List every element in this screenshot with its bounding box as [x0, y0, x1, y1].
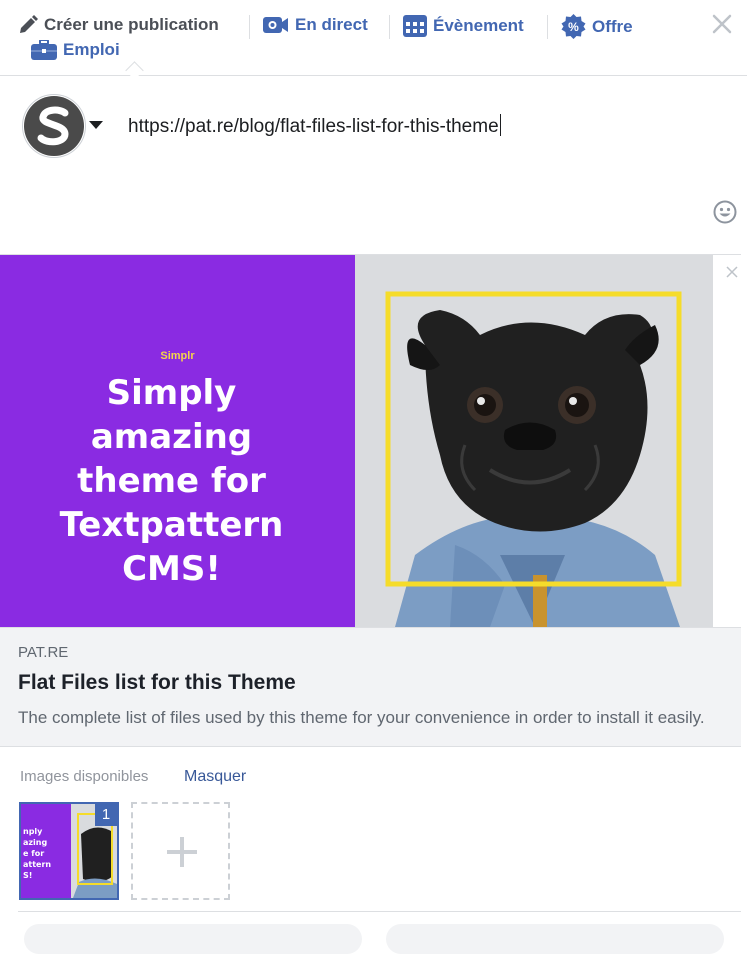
active-tab-pointer	[125, 61, 144, 80]
tab-event[interactable]: Évènement	[403, 15, 524, 37]
post-text-input[interactable]: https://pat.re/blog/flat-files-list-for-…	[128, 114, 501, 138]
post-text-value: https://pat.re/blog/flat-files-list-for-…	[128, 116, 499, 137]
link-description: The complete list of files used by this …	[18, 708, 705, 727]
page-avatar[interactable]	[22, 94, 86, 158]
emoji-icon[interactable]	[713, 200, 737, 224]
svg-text:%: %	[568, 20, 579, 34]
link-preview-image: Simplr Simply amazing theme for Textpatt…	[0, 255, 713, 627]
composer-tab-bar: Créer une publication En direct Évènemen…	[0, 0, 747, 80]
svg-text:nply: nply	[23, 827, 43, 836]
pug-photo	[355, 255, 713, 627]
remove-preview-icon[interactable]	[724, 264, 740, 280]
calendar-icon	[403, 15, 427, 37]
chevron-down-icon[interactable]	[89, 121, 103, 129]
tab-event-label: Évènement	[433, 16, 524, 35]
plus-icon-vertical	[180, 837, 184, 867]
tab-offer[interactable]: % Offre	[561, 14, 633, 39]
svg-text:e for: e for	[23, 849, 44, 858]
add-image-button[interactable]	[131, 802, 230, 900]
link-preview-meta[interactable]: PAT.RE Flat Files list for this Theme Th…	[0, 627, 741, 747]
briefcase-icon	[31, 40, 57, 60]
thumbnail-index: 1	[95, 804, 117, 826]
tab-divider	[249, 15, 250, 39]
tab-create-post-label: Créer une publication	[44, 15, 219, 34]
tab-job[interactable]: Emploi	[31, 40, 120, 60]
bottom-divider	[18, 911, 741, 912]
pug-illustration	[355, 255, 713, 627]
tab-job-label: Emploi	[63, 40, 120, 59]
footer-option-right[interactable]	[386, 924, 724, 954]
page-logo-icon	[24, 96, 84, 156]
tab-create-post[interactable]: Créer une publication	[18, 15, 219, 35]
tab-divider	[389, 15, 390, 39]
promo-brand: Simplr	[160, 350, 195, 362]
tab-offer-label: Offre	[592, 16, 633, 36]
images-available-label: Images disponibles	[20, 768, 149, 785]
tab-live[interactable]: En direct	[263, 15, 368, 35]
footer-option-left[interactable]	[24, 924, 362, 954]
tab-live-label: En direct	[295, 15, 368, 34]
live-video-icon	[263, 17, 288, 33]
offer-badge-icon: %	[561, 14, 586, 39]
hide-images-link[interactable]: Masquer	[184, 768, 246, 786]
promo-headline: Simply amazing theme for Textpattern CMS…	[59, 373, 284, 589]
svg-text:attern: attern	[23, 860, 51, 869]
image-thumbnail[interactable]: nply azing e for attern S! 1	[19, 802, 119, 900]
link-preview-card: Simplr Simply amazing theme for Textpatt…	[0, 255, 741, 747]
link-domain: PAT.RE	[18, 644, 69, 661]
svg-text:azing: azing	[23, 838, 47, 847]
link-title: Flat Files list for this Theme	[18, 671, 296, 694]
pencil-icon	[20, 15, 38, 33]
promo-banner: Simplr Simply amazing theme for Textpatt…	[0, 255, 355, 627]
tab-divider	[547, 15, 548, 39]
close-icon[interactable]	[709, 11, 735, 37]
svg-text:S!: S!	[23, 871, 32, 880]
text-cursor	[499, 114, 501, 136]
